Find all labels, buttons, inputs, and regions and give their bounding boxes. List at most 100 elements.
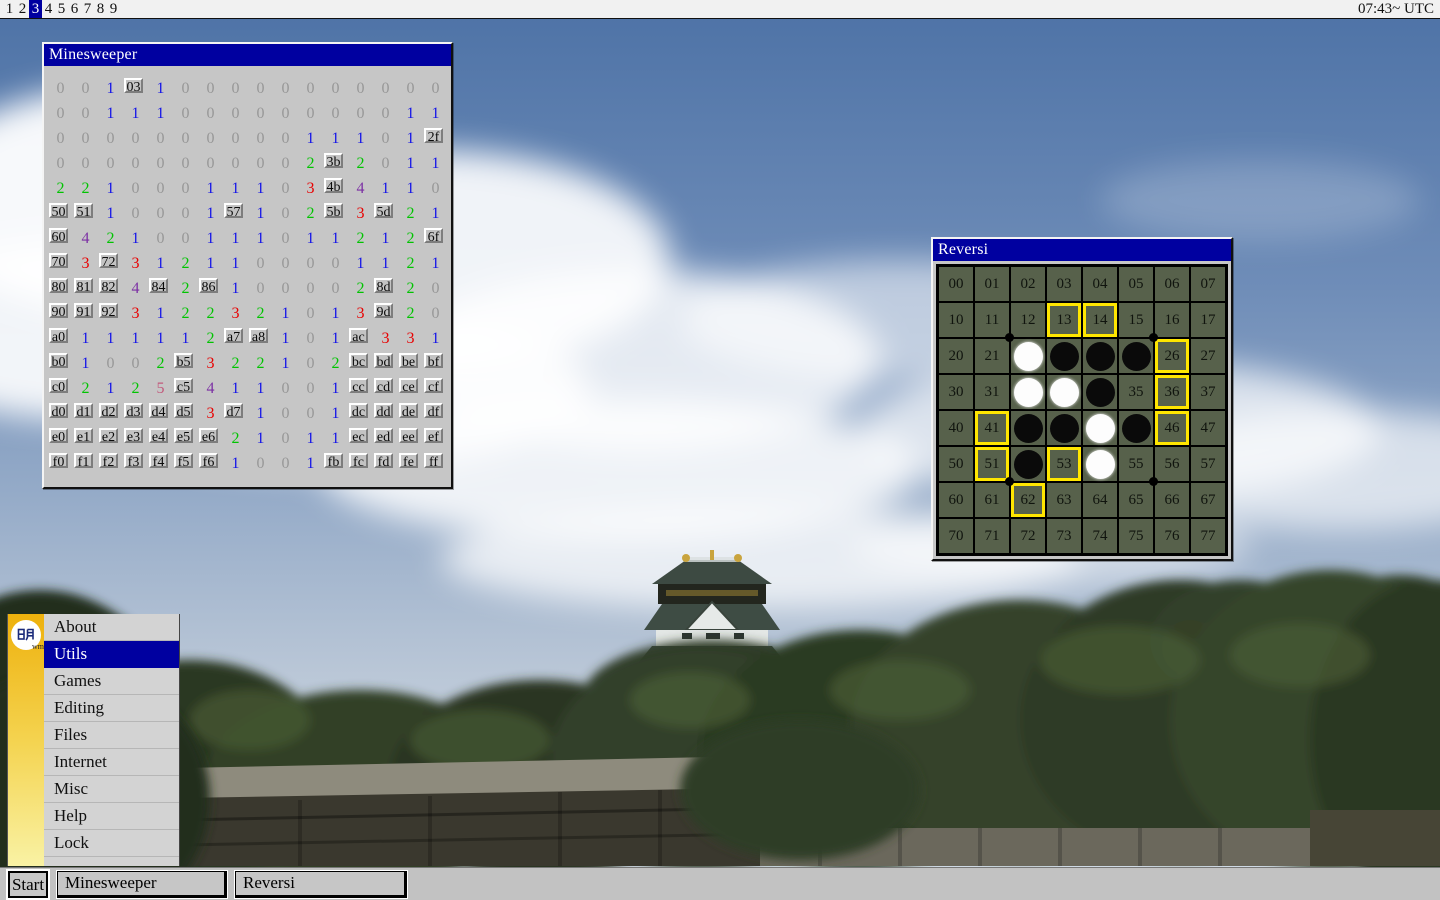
ms-cell-70[interactable]: 70 <box>49 253 68 268</box>
ms-cell-57[interactable]: 57 <box>224 203 243 218</box>
ms-cell-03[interactable]: 03 <box>124 78 143 93</box>
reversi-cell-57[interactable]: 57 <box>1190 446 1226 482</box>
ms-cell-ed[interactable]: ed <box>374 428 393 443</box>
ms-cell-ce[interactable]: ce <box>399 378 418 393</box>
reversi-cell-27[interactable]: 27 <box>1190 338 1226 374</box>
ms-cell-fe[interactable]: fe <box>399 453 418 468</box>
reversi-cell-77[interactable]: 77 <box>1190 518 1226 554</box>
reversi-cell-74[interactable]: 74 <box>1082 518 1118 554</box>
reversi-cell-60[interactable]: 60 <box>938 482 974 518</box>
workspace-7[interactable]: 7 <box>81 0 94 18</box>
workspace-8[interactable]: 8 <box>94 0 107 18</box>
ms-cell-e1[interactable]: e1 <box>74 428 93 443</box>
reversi-cell-75[interactable]: 75 <box>1118 518 1154 554</box>
reversi-cell-70[interactable]: 70 <box>938 518 974 554</box>
ms-cell-d2[interactable]: d2 <box>99 403 118 418</box>
ms-cell-d0[interactable]: d0 <box>49 403 68 418</box>
ms-cell-fd[interactable]: fd <box>374 453 393 468</box>
reversi-cell-65[interactable]: 65 <box>1118 482 1154 518</box>
reversi-cell-61[interactable]: 61 <box>974 482 1010 518</box>
ms-cell-3b[interactable]: 3b <box>324 153 343 168</box>
ms-cell-cf[interactable]: cf <box>424 378 443 393</box>
ms-cell-d4[interactable]: d4 <box>149 403 168 418</box>
ms-cell-bc[interactable]: bc <box>349 353 368 368</box>
menu-item-about[interactable]: About <box>44 614 179 641</box>
reversi-cell-21[interactable]: 21 <box>974 338 1010 374</box>
ms-cell-ef[interactable]: ef <box>424 428 443 443</box>
ms-cell-f2[interactable]: f2 <box>99 453 118 468</box>
ms-cell-4b[interactable]: 4b <box>324 178 343 193</box>
reversi-cell-40[interactable]: 40 <box>938 410 974 446</box>
ms-cell-c0[interactable]: c0 <box>49 378 68 393</box>
ms-cell-e2[interactable]: e2 <box>99 428 118 443</box>
ms-cell-bf[interactable]: bf <box>424 353 443 368</box>
reversi-cell-14[interactable]: 14 <box>1082 302 1118 338</box>
reversi-cell-30[interactable]: 30 <box>938 374 974 410</box>
reversi-cell-15[interactable]: 15 <box>1118 302 1154 338</box>
reversi-cell-53[interactable]: 53 <box>1046 446 1082 482</box>
reversi-cell-76[interactable]: 76 <box>1154 518 1190 554</box>
reversi-cell-51[interactable]: 51 <box>974 446 1010 482</box>
reversi-cell-16[interactable]: 16 <box>1154 302 1190 338</box>
reversi-cell-02[interactable]: 02 <box>1010 266 1046 302</box>
ms-cell-60[interactable]: 60 <box>49 228 68 243</box>
reversi-cell-13[interactable]: 13 <box>1046 302 1082 338</box>
workspace-9[interactable]: 9 <box>107 0 120 18</box>
reversi-cell-46[interactable]: 46 <box>1154 410 1190 446</box>
reversi-cell-37[interactable]: 37 <box>1190 374 1226 410</box>
reversi-cell-66[interactable]: 66 <box>1154 482 1190 518</box>
reversi-cell-11[interactable]: 11 <box>974 302 1010 338</box>
reversi-cell-26[interactable]: 26 <box>1154 338 1190 374</box>
ms-cell-8d[interactable]: 8d <box>374 278 393 293</box>
ms-cell-fc[interactable]: fc <box>349 453 368 468</box>
ms-cell-dc[interactable]: dc <box>349 403 368 418</box>
ms-cell-ee[interactable]: ee <box>399 428 418 443</box>
ms-cell-f1[interactable]: f1 <box>74 453 93 468</box>
ms-cell-d3[interactable]: d3 <box>124 403 143 418</box>
reversi-cell-64[interactable]: 64 <box>1082 482 1118 518</box>
reversi-cell-00[interactable]: 00 <box>938 266 974 302</box>
task-minesweeper[interactable]: Minesweeper <box>57 871 227 898</box>
workspace-5[interactable]: 5 <box>55 0 68 18</box>
ms-cell-f4[interactable]: f4 <box>149 453 168 468</box>
workspace-4[interactable]: 4 <box>42 0 55 18</box>
reversi-cell-31[interactable]: 31 <box>974 374 1010 410</box>
menu-item-files[interactable]: Files <box>44 722 179 749</box>
ms-cell-86[interactable]: 86 <box>199 278 218 293</box>
ms-cell-d1[interactable]: d1 <box>74 403 93 418</box>
menu-item-editing[interactable]: Editing <box>44 695 179 722</box>
ms-cell-51[interactable]: 51 <box>74 203 93 218</box>
ms-cell-5d[interactable]: 5d <box>374 203 393 218</box>
ms-cell-d5[interactable]: d5 <box>174 403 193 418</box>
ms-cell-df[interactable]: df <box>424 403 443 418</box>
menu-item-lock[interactable]: Lock <box>44 830 179 857</box>
ms-cell-dd[interactable]: dd <box>374 403 393 418</box>
ms-cell-a7[interactable]: a7 <box>224 328 243 343</box>
workspace-2[interactable]: 2 <box>16 0 29 18</box>
reversi-cell-47[interactable]: 47 <box>1190 410 1226 446</box>
ms-cell-82[interactable]: 82 <box>99 278 118 293</box>
ms-cell-f0[interactable]: f0 <box>49 453 68 468</box>
start-button[interactable]: Start <box>8 871 48 898</box>
ms-cell-a0[interactable]: a0 <box>49 328 68 343</box>
ms-cell-b5[interactable]: b5 <box>174 353 193 368</box>
workspace-6[interactable]: 6 <box>68 0 81 18</box>
reversi-cell-01[interactable]: 01 <box>974 266 1010 302</box>
reversi-cell-41[interactable]: 41 <box>974 410 1010 446</box>
reversi-cell-50[interactable]: 50 <box>938 446 974 482</box>
workspace-3[interactable]: 3 <box>29 0 42 18</box>
reversi-cell-36[interactable]: 36 <box>1154 374 1190 410</box>
ms-cell-e4[interactable]: e4 <box>149 428 168 443</box>
menu-item-internet[interactable]: Internet <box>44 749 179 776</box>
workspace-1[interactable]: 1 <box>3 0 16 18</box>
ms-cell-5b[interactable]: 5b <box>324 203 343 218</box>
ms-cell-ff[interactable]: ff <box>424 453 443 468</box>
ms-cell-9d[interactable]: 9d <box>374 303 393 318</box>
reversi-cell-72[interactable]: 72 <box>1010 518 1046 554</box>
reversi-cell-12[interactable]: 12 <box>1010 302 1046 338</box>
ms-cell-bd[interactable]: bd <box>374 353 393 368</box>
ms-cell-81[interactable]: 81 <box>74 278 93 293</box>
reversi-cell-55[interactable]: 55 <box>1118 446 1154 482</box>
minesweeper-titlebar[interactable]: Minesweeper <box>44 44 451 66</box>
ms-cell-e5[interactable]: e5 <box>174 428 193 443</box>
